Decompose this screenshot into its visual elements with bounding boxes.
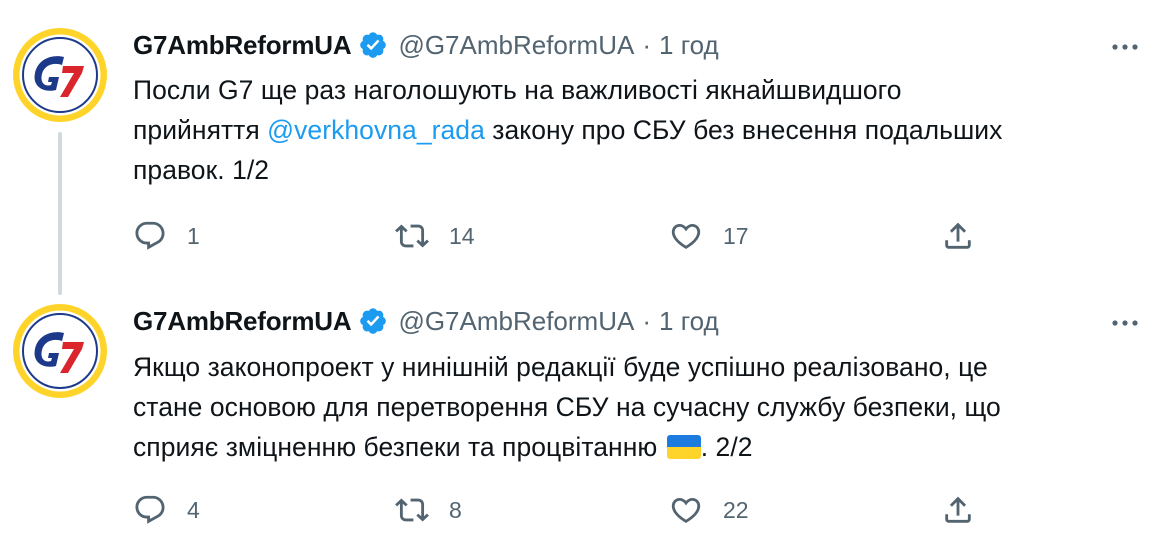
tweet-actions: 4 8 22 xyxy=(133,488,983,532)
separator-dot: · xyxy=(642,305,652,336)
retweet-icon xyxy=(395,498,429,522)
g7-logo-icon xyxy=(13,28,107,122)
g7-logo-icon xyxy=(13,304,107,398)
tweet-text-line: прийняття @verkhovna_rada закону про СБУ… xyxy=(133,110,1143,150)
display-name[interactable]: G7AmbReformUA xyxy=(133,306,352,337)
tweet-header: G7AmbReformUA @G7AmbReformUA · 1 год xyxy=(133,28,719,62)
tweet[interactable]: G7AmbReformUA @G7AmbReformUA · 1 год Якщ… xyxy=(0,285,1167,556)
tweet-text-line: Посли G7 ще раз наголошують на важливост… xyxy=(133,75,902,105)
mention-link[interactable]: @verkhovna_rada xyxy=(267,115,485,145)
retweet-button[interactable]: 14 xyxy=(395,214,475,258)
avatar[interactable] xyxy=(12,303,108,399)
avatar[interactable] xyxy=(12,27,108,123)
verified-badge-icon xyxy=(360,32,387,58)
heart-icon xyxy=(671,223,701,249)
handle[interactable]: @G7AmbReformUA xyxy=(398,30,634,61)
timestamp[interactable]: 1 год xyxy=(659,306,719,337)
display-name[interactable]: G7AmbReformUA xyxy=(133,30,352,61)
verified-badge-icon xyxy=(360,308,387,334)
reply-count: 1 xyxy=(187,222,200,249)
retweet-icon xyxy=(395,224,429,248)
retweet-button[interactable]: 8 xyxy=(395,488,462,532)
reply-button[interactable]: 4 xyxy=(133,488,200,532)
tweet-text: Якщо законопроект у нинішній редакції бу… xyxy=(133,347,1143,467)
reply-bubble-icon xyxy=(135,221,165,250)
reply-bubble-icon xyxy=(135,495,165,524)
handle[interactable]: @G7AmbReformUA xyxy=(398,306,634,337)
tweet-thread: G7AmbReformUA @G7AmbReformUA · 1 год Пос… xyxy=(0,0,1167,556)
tweet-text-line: правок. 1/2 xyxy=(133,155,270,185)
like-button[interactable]: 22 xyxy=(669,488,749,532)
more-horizontal-icon[interactable] xyxy=(1107,29,1143,65)
text-segment: сприяє зміцненню безпеки та процвітанню xyxy=(133,432,665,462)
like-count: 17 xyxy=(723,222,749,249)
text-segment: . 2/2 xyxy=(700,432,753,462)
tweet-text-line: Якщо законопроект у нинішній редакції бу… xyxy=(133,352,988,382)
share-button[interactable] xyxy=(941,214,975,258)
tweet-text: Посли G7 ще раз наголошують на важливост… xyxy=(133,70,1143,190)
text-segment: прийняття xyxy=(133,115,268,145)
heart-icon xyxy=(671,497,701,523)
timestamp[interactable]: 1 год xyxy=(659,30,719,61)
reply-count: 4 xyxy=(187,496,200,523)
thread-connector-line xyxy=(58,132,62,295)
separator-dot: · xyxy=(642,29,652,60)
more-horizontal-icon[interactable] xyxy=(1107,305,1143,341)
retweet-count: 14 xyxy=(449,222,475,249)
retweet-count: 8 xyxy=(449,496,462,523)
tweet-actions: 1 14 17 xyxy=(133,214,983,258)
share-button[interactable] xyxy=(941,488,975,532)
tweet-header: G7AmbReformUA @G7AmbReformUA · 1 год xyxy=(133,304,719,338)
tweet[interactable]: G7AmbReformUA @G7AmbReformUA · 1 год Пос… xyxy=(0,0,1167,295)
like-button[interactable]: 17 xyxy=(669,214,749,258)
ukraine-flag-emoji-icon xyxy=(666,435,701,459)
share-upload-icon xyxy=(945,496,971,523)
share-upload-icon xyxy=(945,222,971,249)
reply-button[interactable]: 1 xyxy=(133,214,200,258)
like-count: 22 xyxy=(723,496,749,523)
text-segment: закону про СБУ без внесення подальших xyxy=(484,115,1003,145)
tweet-text-line: стане основою для перетворення СБУ на су… xyxy=(133,392,1001,422)
tweet-text-line: сприяє зміцненню безпеки та процвітанню … xyxy=(133,427,1143,467)
